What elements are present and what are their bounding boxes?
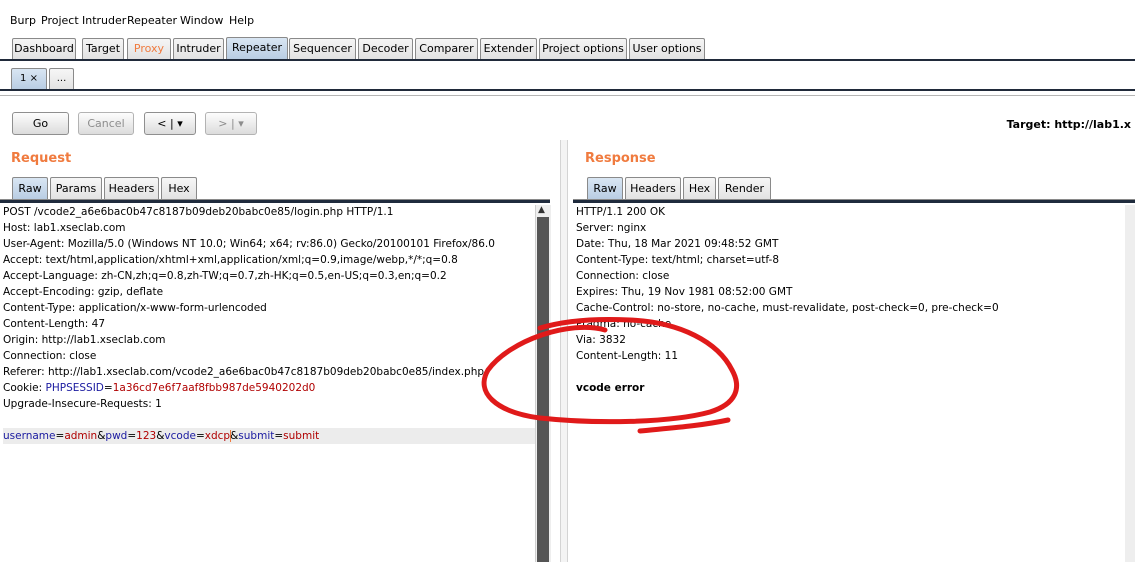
param-vcode-key: vcode [164, 430, 196, 442]
response-tab-hex[interactable]: Hex [683, 177, 716, 199]
tab-divider [0, 59, 1135, 61]
param-vcode-value: xdcp [204, 430, 231, 442]
request-panel-border [0, 200, 550, 203]
param-username-key: username [3, 430, 56, 442]
scroll-up-icon[interactable]: ▲ [538, 205, 545, 215]
menu-burp[interactable]: Burp [10, 14, 36, 27]
cancel-button[interactable]: Cancel [78, 112, 134, 135]
tab-intruder[interactable]: Intruder [173, 38, 224, 59]
tab-decoder[interactable]: Decoder [358, 38, 413, 59]
repeater-tab-rule [0, 95, 1135, 96]
response-line: Server: nginx [576, 222, 647, 234]
back-history-button[interactable]: < | ▾ [144, 112, 196, 135]
tab-repeater[interactable]: Repeater [226, 37, 288, 59]
response-heading: Response [585, 151, 656, 166]
request-line: Content-Type: application/x-www-form-url… [3, 302, 267, 314]
request-heading: Request [11, 151, 72, 166]
response-line: Content-Type: text/html; charset=utf-8 [576, 254, 780, 266]
request-tab-raw[interactable]: Raw [12, 177, 48, 199]
cookie-label: Cookie: [3, 382, 46, 394]
request-line: Origin: http://lab1.xseclab.com [3, 334, 166, 346]
response-line: Date: Thu, 18 Mar 2021 09:48:52 GMT [576, 238, 779, 250]
request-line: Accept: text/html,application/xhtml+xml,… [3, 254, 458, 266]
repeater-tab-divider [0, 89, 1135, 91]
main-tab-bar: Dashboard Target Proxy Intruder Repeater… [0, 34, 1135, 60]
response-tab-raw[interactable]: Raw [587, 177, 623, 199]
target-label[interactable]: Target: http://lab1.x [1007, 118, 1131, 131]
param-submit-key: submit [238, 430, 275, 442]
menu-help[interactable]: Help [229, 14, 254, 27]
request-line: Host: lab1.xseclab.com [3, 222, 126, 234]
cookie-eq: = [103, 382, 113, 394]
tab-extender[interactable]: Extender [480, 38, 537, 59]
tab-dashboard[interactable]: Dashboard [12, 38, 76, 59]
tab-user-options[interactable]: User options [629, 38, 705, 59]
request-line: User-Agent: Mozilla/5.0 (Windows NT 10.0… [3, 238, 495, 250]
menu-intruder[interactable]: Intruder [82, 14, 126, 27]
request-tab-headers[interactable]: Headers [104, 177, 159, 199]
request-tab-params[interactable]: Params [50, 177, 102, 199]
param-submit-value: submit [283, 430, 320, 442]
repeater-tab-more[interactable]: ... [49, 68, 74, 89]
request-line: Accept-Language: zh-CN,zh;q=0.8,zh-TW;q=… [3, 270, 447, 282]
go-button[interactable]: Go [12, 112, 69, 135]
param-username-value: admin [64, 430, 98, 442]
response-tab-render[interactable]: Render [718, 177, 771, 199]
request-line: Accept-Encoding: gzip, deflate [3, 286, 164, 298]
repeater-tab-1[interactable]: 1 × [11, 68, 47, 89]
tab-proxy[interactable]: Proxy [127, 38, 171, 59]
menu-project[interactable]: Project [41, 14, 79, 27]
response-line: Connection: close [576, 270, 670, 282]
forward-history-button[interactable]: > | ▾ [205, 112, 257, 135]
request-line: POST /vcode2_a6e6bac0b47c8187b09deb20bab… [3, 206, 394, 218]
menu-window[interactable]: Window [180, 14, 223, 27]
red-annotation-circle [481, 316, 740, 434]
param-pwd-value: 123 [136, 430, 157, 442]
request-body-line: username=admin&pwd=123&vcode=xdcp&submit… [3, 428, 535, 444]
menu-repeater[interactable]: Repeater [127, 14, 177, 27]
response-tab-headers[interactable]: Headers [625, 177, 681, 199]
response-line: Expires: Thu, 19 Nov 1981 08:52:00 GMT [576, 286, 793, 298]
request-line: Referer: http://lab1.xseclab.com/vcode2_… [3, 366, 485, 378]
response-panel-border [573, 200, 1135, 203]
cookie-name: PHPSESSID [45, 382, 104, 394]
request-editor[interactable]: POST /vcode2_a6e6bac0b47c8187b09deb20bab… [3, 204, 535, 444]
upgrade-line: Upgrade-Insecure-Requests: 1 [3, 398, 162, 410]
response-scrollbar[interactable] [1125, 205, 1135, 562]
request-line: Content-Length: 47 [3, 318, 106, 330]
tab-target[interactable]: Target [82, 38, 124, 59]
cookie-line: Cookie: PHPSESSID=1a36cd7e6f7aaf8fbb987d… [3, 380, 535, 396]
menubar: Burp Project Intruder Repeater Window He… [0, 11, 1135, 31]
tab-comparer[interactable]: Comparer [415, 38, 478, 59]
response-line: HTTP/1.1 200 OK [576, 206, 665, 218]
request-tab-hex[interactable]: Hex [161, 177, 197, 199]
param-pwd-key: pwd [105, 430, 128, 442]
cookie-value: 1a36cd7e6f7aaf8fbb987de5940202d0 [112, 382, 316, 394]
tab-sequencer[interactable]: Sequencer [289, 38, 356, 59]
request-line: Connection: close [3, 350, 97, 362]
tab-project-options[interactable]: Project options [539, 38, 627, 59]
text-caret [230, 430, 232, 442]
